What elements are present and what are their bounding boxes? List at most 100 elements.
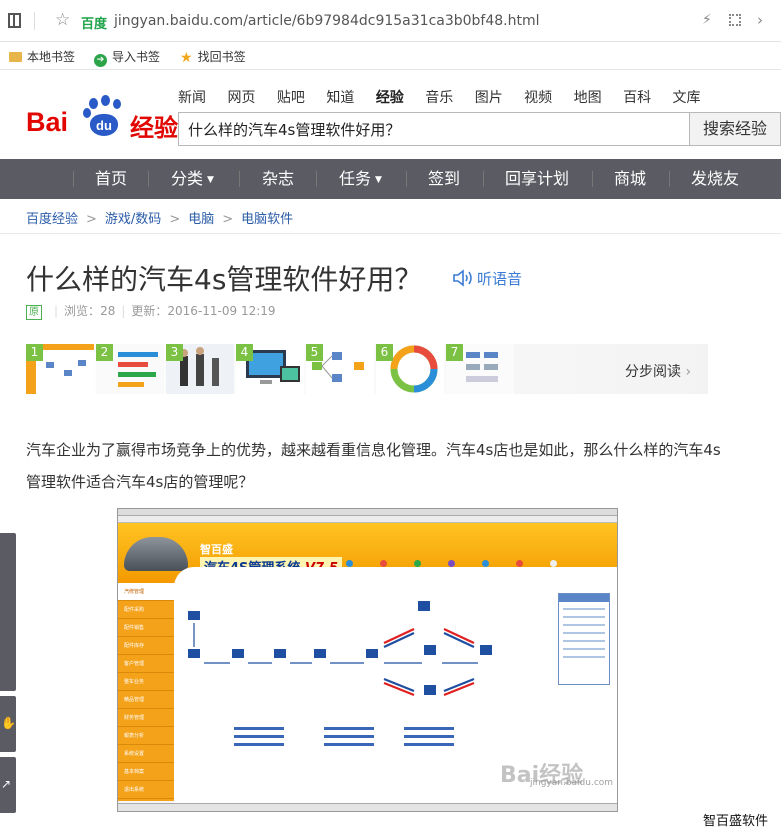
article-intro: 汽车企业为了赢得市场竞争上的优势，越来越看重信息化管理。汽车4s店也是如此，那么… [26, 441, 721, 491]
reading-list-icon[interactable] [8, 13, 21, 28]
nav-magazine[interactable]: 杂志 [262, 159, 294, 199]
breadcrumb-separator-icon: > [86, 212, 97, 227]
search-button[interactable]: 搜索经验 [689, 112, 781, 146]
chevron-right-icon[interactable]: › [757, 11, 763, 29]
step-read-button[interactable]: 分步阅读 › [625, 361, 691, 381]
bookmark-label: 本地书签 [27, 50, 76, 64]
sidebar-menu-item: 精品管理 [118, 691, 174, 709]
logo-bai-text: Bai [26, 107, 69, 137]
divider [34, 12, 35, 30]
screenshot-sidebar: 汽修管理 配件采购 配件销售 配件库存 客户管理 整车业务 精品管理 财务管理 … [118, 583, 174, 801]
step-thumbnail[interactable]: 1 [26, 344, 94, 394]
product-nav-item[interactable]: 音乐 [425, 87, 453, 107]
sidebar-menu-item: 系统设置 [118, 745, 174, 763]
search-input[interactable] [179, 113, 690, 145]
toolbar-icon [516, 560, 523, 567]
search-box [178, 112, 690, 146]
views-count: 28 [100, 304, 116, 318]
breadcrumb: 百度经验 > 游戏/数码 > 电脑 > 电脑软件 [26, 208, 293, 227]
divider [148, 171, 149, 187]
qr-code-icon[interactable] [729, 14, 741, 26]
step-thumbnail[interactable]: 3 [166, 344, 234, 394]
step-thumbnail[interactable]: 4 [236, 344, 304, 394]
sidebar-menu-item: 報表分析 [118, 727, 174, 745]
nav-tasks[interactable]: 任务 ▼ [339, 159, 382, 199]
step-number: 3 [166, 344, 183, 361]
chevron-right-icon: › [685, 364, 692, 380]
screenshot-statusbar [118, 803, 617, 811]
nav-share-plan[interactable]: 回享计划 [505, 159, 569, 199]
updated-label: 更新： [131, 304, 168, 318]
original-badge: 原 [26, 305, 42, 320]
listen-audio-button[interactable]: 听语音 [452, 268, 522, 289]
divider [406, 171, 407, 187]
side-like-button[interactable]: ✋ [0, 696, 16, 752]
url-text[interactable]: jingyan.baidu.com/article/6b97984dc915a3… [114, 13, 540, 29]
product-nav-item[interactable]: 图片 [475, 87, 503, 107]
bookmark-label: 导入书签 [112, 50, 161, 64]
bookmark-local[interactable]: 本地书签 [9, 48, 75, 65]
toolbar-icon [346, 560, 353, 567]
product-nav-item[interactable]: 贴吧 [277, 87, 305, 107]
nav-label: 杂志 [262, 169, 295, 188]
product-nav-item[interactable]: 百科 [623, 87, 651, 107]
screenshot-menubar [118, 516, 617, 523]
toolbar-icon [482, 560, 489, 567]
product-nav-item[interactable]: 地图 [574, 87, 602, 107]
sidebar-menu-item: 汽修管理 [118, 583, 174, 601]
nav-fans[interactable]: 发烧友 [691, 159, 739, 199]
car-image-icon [124, 537, 188, 571]
product-nav-item[interactable]: 新闻 [178, 87, 206, 107]
bookmark-import[interactable]: ➔ 导入书签 [94, 48, 160, 67]
product-nav-item[interactable]: 视频 [524, 87, 552, 107]
product-nav-item-active[interactable]: 经验 [376, 87, 404, 107]
divider [73, 171, 74, 187]
folder-icon [9, 52, 22, 62]
step-number: 1 [26, 344, 43, 361]
nav-home[interactable]: 首页 [95, 159, 127, 199]
favorite-star-icon[interactable]: ☆ [55, 10, 70, 30]
step-number: 4 [236, 344, 253, 361]
nav-label: 商城 [614, 169, 647, 188]
site-shield-label: 百度 [81, 17, 108, 32]
step-number: 2 [96, 344, 113, 361]
product-nav-item[interactable]: 网页 [227, 87, 255, 107]
product-nav-item[interactable]: 知道 [326, 87, 354, 107]
side-float-panel[interactable] [0, 533, 16, 691]
page: ☆ 百度 jingyan.baidu.com/article/6b97984dc… [0, 0, 781, 836]
bookmark-recover[interactable]: ★ 找回书签 [180, 48, 246, 66]
nav-label: 分类 [171, 169, 204, 188]
paw-icon: du [81, 95, 127, 137]
step-number: 6 [376, 344, 393, 361]
nav-category[interactable]: 分类 ▼ [171, 159, 214, 199]
step-thumbnail[interactable]: 6 [376, 344, 444, 394]
step-number: 7 [446, 344, 463, 361]
lightning-icon[interactable]: ⚡ [702, 12, 712, 28]
step-thumbnail[interactable]: 2 [96, 344, 164, 394]
step-thumbnail[interactable]: 7 [446, 344, 514, 394]
breadcrumb-link[interactable]: 百度经验 [26, 212, 78, 227]
breadcrumb-separator-icon: > [222, 212, 234, 227]
nav-label: 任务 [339, 169, 372, 188]
bookmarks-bar: 本地书签 ➔ 导入书签 ★ 找回书签 [0, 42, 781, 70]
breadcrumb-separator-icon: > [169, 212, 181, 227]
step-thumbnails: 1 2 3 4 5 6 7 [26, 344, 708, 394]
breadcrumb-link[interactable]: 电脑 [188, 212, 214, 227]
import-icon: ➔ [94, 54, 107, 67]
nav-label: 签到 [428, 169, 461, 188]
side-share-button[interactable]: ↗ [0, 757, 16, 813]
step-thumbnail[interactable]: 5 [306, 344, 374, 394]
divider [483, 171, 484, 187]
sidebar-menu-item: 退出系统 [118, 781, 174, 799]
breadcrumb-link[interactable]: 游戏/数码 [105, 212, 161, 227]
breadcrumb-link[interactable]: 电脑软件 [241, 212, 293, 227]
toolbar-icon [414, 560, 421, 567]
product-nav-item[interactable]: 文库 [673, 87, 701, 107]
star-icon: ★ [180, 50, 193, 66]
listen-label: 听语音 [477, 270, 523, 288]
product-nav: 新闻 网页 贴吧 知道 经验 音乐 图片 视频 地图 百科 文库 [178, 87, 718, 107]
nav-checkin[interactable]: 签到 [428, 159, 460, 199]
screenshot-brand: 智百盛 [200, 543, 233, 556]
nav-mall[interactable]: 商城 [614, 159, 646, 199]
sidebar-menu-item: 配件销售 [118, 619, 174, 637]
